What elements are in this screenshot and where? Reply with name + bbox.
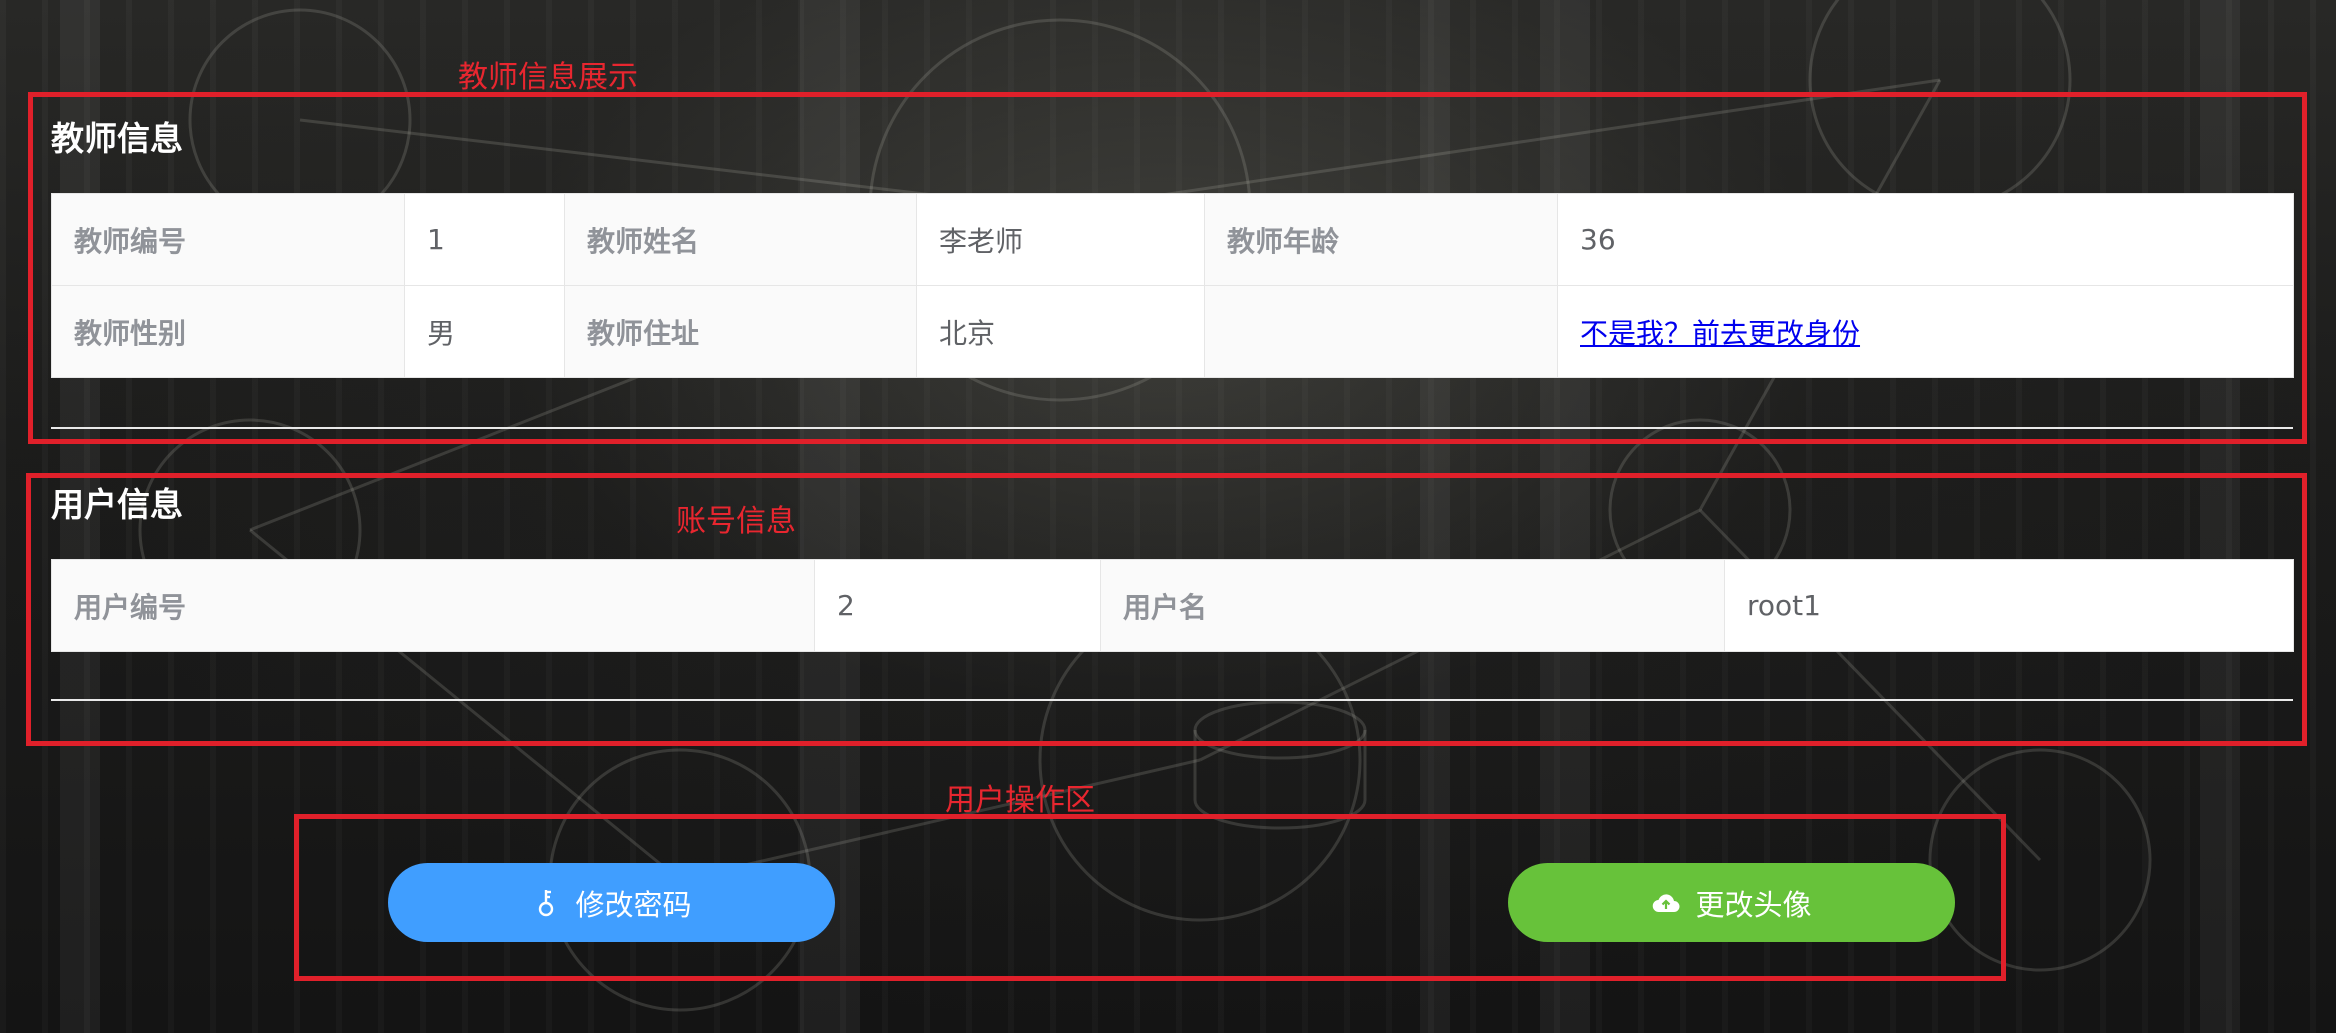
- teacher-address-label: 教师住址: [564, 285, 917, 378]
- background-image: [60, 0, 2240, 1033]
- teacher-id-value: 1: [404, 193, 565, 286]
- change-password-label: 修改密码: [575, 887, 692, 922]
- table-row: 教师编号 1 教师姓名 李老师 教师年龄 36: [51, 193, 2294, 286]
- user-id-value: 2: [814, 559, 1101, 652]
- change-identity-cell: 不是我？前去更改身份: [1557, 285, 2294, 378]
- teacher-age-label: 教师年龄: [1204, 193, 1558, 286]
- table-row: 教师性别 男 教师住址 北京 不是我？前去更改身份: [51, 285, 2294, 378]
- annotation-teacher-section-label: 教师信息展示: [458, 60, 638, 95]
- key-icon: [531, 888, 561, 918]
- user-info-title: 用户信息: [51, 485, 183, 524]
- empty-label-cell: [1204, 285, 1558, 378]
- change-avatar-button[interactable]: 更改头像: [1508, 863, 1955, 942]
- username-value: root1: [1724, 559, 2294, 652]
- annotation-operation-section-label: 用户操作区: [945, 783, 1095, 818]
- teacher-address-value: 北京: [916, 285, 1205, 378]
- change-identity-link[interactable]: 不是我？前去更改身份: [1580, 317, 1860, 350]
- user-id-label: 用户编号: [51, 559, 815, 652]
- table-row: 用户编号 2 用户名 root1: [51, 559, 2294, 652]
- teacher-name-label: 教师姓名: [564, 193, 917, 286]
- user-info-table: 用户编号 2 用户名 root1: [51, 559, 2294, 652]
- teacher-id-label: 教师编号: [51, 193, 405, 286]
- user-section-divider: [51, 699, 2293, 701]
- teacher-gender-label: 教师性别: [51, 285, 405, 378]
- username-label: 用户名: [1100, 559, 1725, 652]
- teacher-name-value: 李老师: [916, 193, 1205, 286]
- cloud-upload-icon: [1651, 888, 1681, 918]
- annotation-account-section-label: 账号信息: [676, 504, 796, 539]
- teacher-info-table: 教师编号 1 教师姓名 李老师 教师年龄 36 教师性别 男 教师住址 北京 不…: [51, 193, 2294, 378]
- change-password-button[interactable]: 修改密码: [388, 863, 835, 942]
- change-avatar-label: 更改头像: [1695, 887, 1812, 922]
- teacher-info-title: 教师信息: [51, 119, 183, 158]
- teacher-age-value: 36: [1557, 193, 2294, 286]
- teacher-section-divider: [51, 427, 2293, 429]
- teacher-gender-value: 男: [404, 285, 565, 378]
